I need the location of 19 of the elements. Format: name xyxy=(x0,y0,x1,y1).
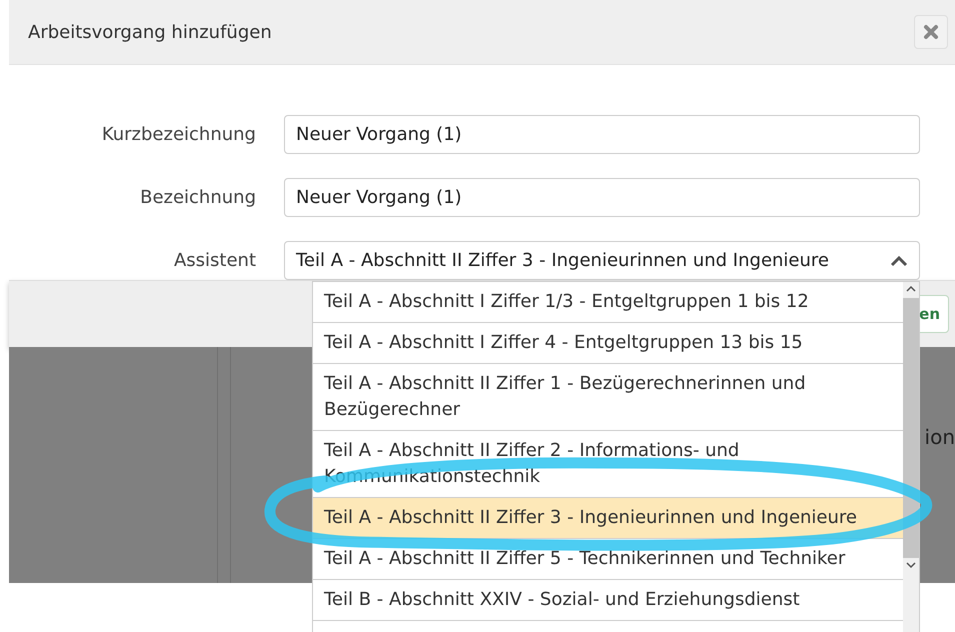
close-icon xyxy=(923,24,939,40)
close-button[interactable] xyxy=(914,15,948,49)
background-text: ion xyxy=(924,425,955,449)
field-label: Bezeichnung xyxy=(139,187,257,208)
scrollbar[interactable] xyxy=(903,282,919,632)
dropdown-option[interactable]: Teil A - Abschnitt I Ziffer 4 - Entgeltgruppen 13 bis 15 xyxy=(313,323,903,364)
dialog-title: Arbeitsvorgang hinzufügen xyxy=(28,22,272,42)
dropdown-option[interactable]: Teil A - Abschnitt II Ziffer 3 - Ingenieurinnen und Ingenieure xyxy=(313,498,903,539)
text-field[interactable]: Neuer Vorgang (1) xyxy=(284,115,920,154)
scroll-up-icon[interactable] xyxy=(906,285,916,293)
chevron-icon xyxy=(890,254,908,266)
scroll-down-icon[interactable] xyxy=(906,561,916,569)
dropdown-option[interactable]: Teil A - Abschnitt I Ziffer 1/3 - Entgeltgruppen 1 bis 12 xyxy=(313,282,903,323)
dropdown-option[interactable]: Teil B - Abschnitt XXIV - Sozial- und Erziehungsdienst xyxy=(313,580,903,621)
dropdown-field[interactable]: Teil A - Abschnitt II Ziffer 3 - Ingenieurinnen und Ingenieure xyxy=(284,241,920,280)
field-label: Kurzbezeichnung xyxy=(100,124,257,145)
field-label: Assistent xyxy=(172,250,257,271)
dropdown-option[interactable]: Teil A - Abschnitt II Ziffer 1 - Bezügerechnerinnen und Bezügerechner xyxy=(313,364,903,431)
text-field[interactable]: Neuer Vorgang (1) xyxy=(284,178,920,217)
